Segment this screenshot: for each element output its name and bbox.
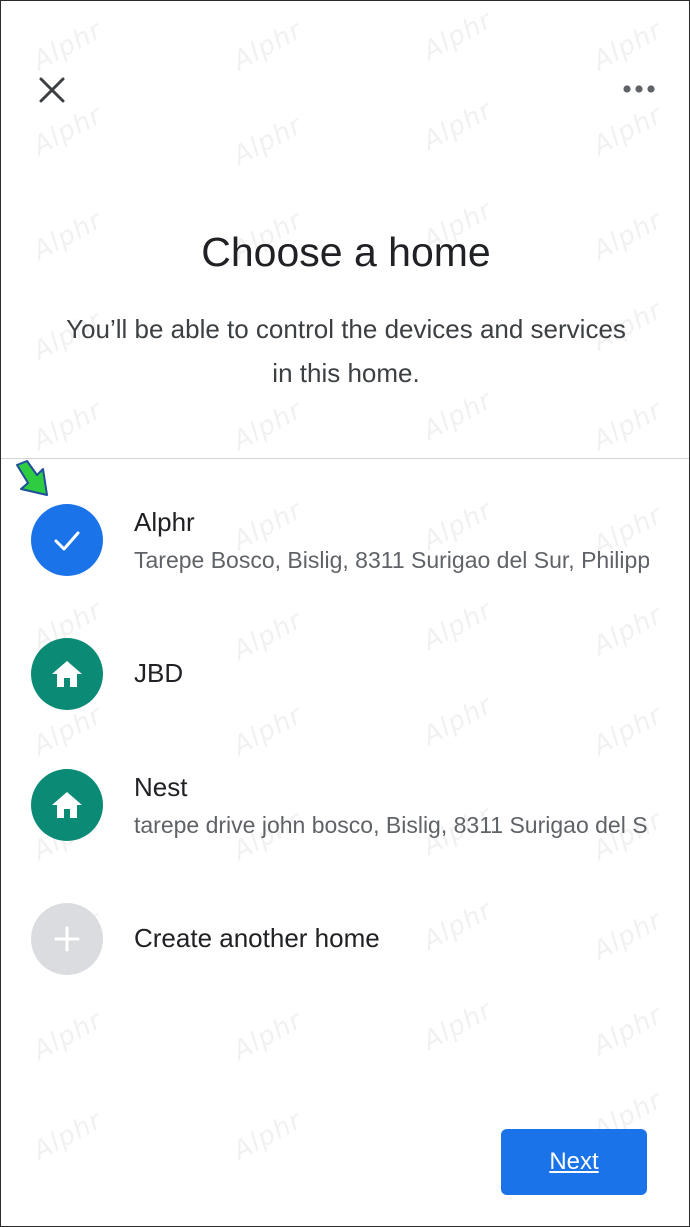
more-options-button[interactable] xyxy=(613,71,665,107)
home-address: Tarepe Bosco, Bislig, 8311 Surigao del S… xyxy=(134,547,649,573)
watermark: Alphr xyxy=(418,995,498,1057)
plus-icon xyxy=(54,926,80,952)
watermark: Alphr xyxy=(588,100,668,162)
create-avatar xyxy=(31,903,103,975)
watermark: Alphr xyxy=(418,95,498,157)
pointer-arrow-icon xyxy=(16,460,48,496)
watermark: Alphr xyxy=(228,15,308,77)
home-icon xyxy=(52,792,82,818)
watermark: Alphr xyxy=(28,1005,108,1067)
watermark-layer: Alphr Alphr Alphr Alphr Alphr Alphr Alph… xyxy=(1,1,689,1226)
home-icon xyxy=(52,661,82,687)
watermark: Alphr xyxy=(418,5,498,67)
close-button[interactable] xyxy=(31,69,73,111)
close-icon xyxy=(39,77,65,103)
home-address: tarepe drive john bosco, Bislig, 8311 Su… xyxy=(134,812,649,838)
divider xyxy=(1,458,689,459)
watermark: Alphr xyxy=(28,1105,108,1167)
watermark: Alphr xyxy=(228,1005,308,1067)
home-avatar xyxy=(31,638,103,710)
home-name: Alphr xyxy=(134,507,195,537)
create-home-label: Create another home xyxy=(134,923,380,953)
watermark: Alphr xyxy=(228,110,308,172)
watermark: Alphr xyxy=(228,395,308,457)
watermark: Alphr xyxy=(28,395,108,457)
app-screen: Alphr Alphr Alphr Alphr Alphr Alphr Alph… xyxy=(0,0,690,1227)
home-avatar xyxy=(31,769,103,841)
home-name: JBD xyxy=(134,658,184,688)
watermark: Alphr xyxy=(228,1105,308,1167)
watermark: Alphr xyxy=(588,395,668,457)
page-subtitle: You’ll be able to control the devices an… xyxy=(66,314,626,388)
selected-avatar xyxy=(31,504,103,576)
home-item-jbd[interactable]: JBD xyxy=(1,621,689,731)
home-item-nest[interactable]: Nest tarepe drive john bosco, Bislig, 83… xyxy=(1,746,689,876)
more-horizontal-icon xyxy=(623,85,655,93)
watermark: Alphr xyxy=(588,15,668,77)
watermark: Alphr xyxy=(28,15,108,77)
check-icon xyxy=(54,531,80,551)
watermark: Alphr xyxy=(588,1000,668,1062)
create-home-item[interactable]: Create another home xyxy=(1,886,689,996)
page-title: Choose a home xyxy=(201,229,491,275)
next-button[interactable]: Next xyxy=(501,1129,647,1195)
home-name: Nest xyxy=(134,772,188,802)
home-item-alphr[interactable]: Alphr Tarepe Bosco, Bislig, 8311 Surigao… xyxy=(1,481,689,611)
